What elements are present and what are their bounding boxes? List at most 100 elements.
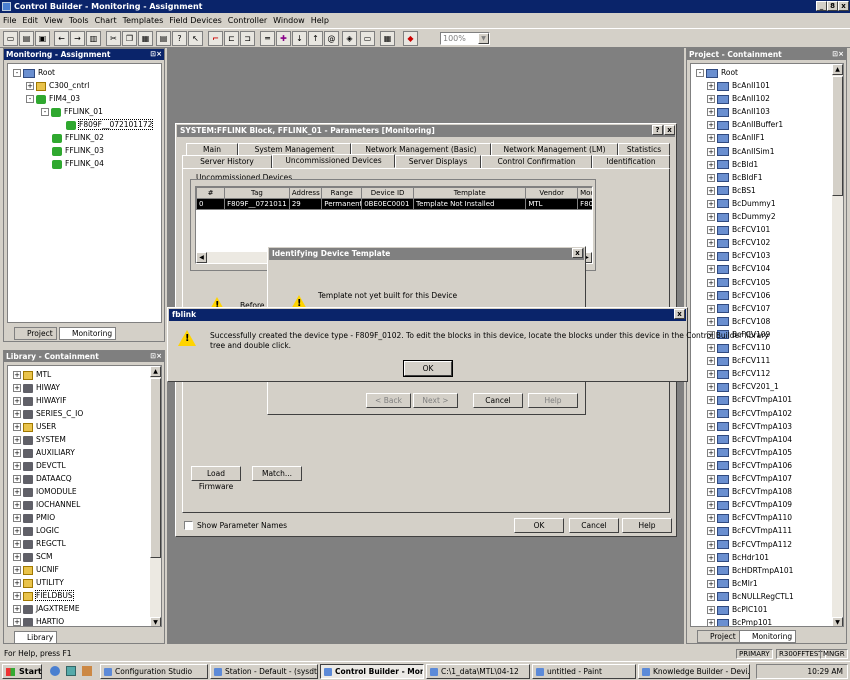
library-item[interactable]: + SYSTEM [13, 433, 66, 446]
start-button[interactable]: Start [2, 664, 42, 679]
monitor-icon[interactable]: ◈ [342, 31, 357, 46]
project-item[interactable]: + BcFCVTmpA102 [707, 407, 792, 420]
forward-icon[interactable]: → [70, 31, 85, 46]
project-item[interactable]: + BcFCVTmpA105 [707, 446, 792, 459]
print-icon[interactable]: ▤ [156, 31, 171, 46]
col-header[interactable]: Device ID [361, 187, 415, 199]
task-configuration-studio[interactable]: Configuration Studio [100, 664, 208, 679]
dialog-help-button[interactable]: ? [652, 125, 663, 135]
save-icon[interactable]: ▣ [35, 31, 50, 46]
project-item[interactable]: + BcFCV201_1 [707, 380, 779, 393]
project-item[interactable]: + BcDummy2 [707, 210, 776, 223]
menu-controller[interactable]: Controller [225, 14, 270, 27]
ie-icon[interactable] [50, 666, 60, 676]
project-item[interactable]: + BcFCV108 [707, 315, 770, 328]
tab-project[interactable]: Project [697, 630, 740, 643]
project-item[interactable]: + BcHDRTmpA101 [707, 564, 793, 577]
library-item[interactable]: + USER [13, 420, 56, 433]
back-button[interactable]: < Back [366, 393, 411, 408]
project-scrollbar[interactable]: ▲ ▼ [832, 64, 843, 626]
menu-window[interactable]: Window [270, 14, 308, 27]
library-item[interactable]: + HIWAYIF [13, 394, 67, 407]
project-item[interactable]: + BcAnII101 [707, 79, 770, 92]
project-item[interactable]: + BcFCVTmpA108 [707, 485, 792, 498]
library-item[interactable]: + DEVCTL [13, 459, 66, 472]
tab-uncommissioned-devices[interactable]: Uncommissioned Devices [272, 154, 395, 168]
task-control-builder[interactable]: Control Builder - Moni... [320, 664, 424, 679]
project-item[interactable]: + BcAnII103 [707, 105, 770, 118]
project-item[interactable]: + BcFCV106 [707, 289, 770, 302]
library-item[interactable]: + SERIES_C_IO [13, 407, 83, 420]
library-item[interactable]: + UTILITY [13, 576, 64, 589]
project-item[interactable]: + BcMlr1 [707, 577, 758, 590]
library-item[interactable]: + HIWAY [13, 381, 60, 394]
col-header[interactable]: Range [321, 187, 363, 199]
message-ok-button[interactable]: OK [403, 360, 453, 377]
project-item[interactable]: + BcAnIISim1 [707, 145, 775, 158]
library-item[interactable]: + HARTIO [13, 615, 64, 626]
context-help-icon[interactable]: ↖ [188, 31, 203, 46]
panel-close-icon[interactable]: ⊡× [832, 49, 844, 60]
project-item[interactable]: + BcAnII102 [707, 92, 770, 105]
tree-node-root[interactable]: - Root [696, 66, 738, 79]
quicklaunch-icon[interactable] [82, 666, 92, 676]
scroll-left-icon[interactable]: ◀ [196, 252, 207, 263]
help-button[interactable]: Help [622, 518, 672, 533]
library-item[interactable]: + SCM [13, 550, 52, 563]
tab-monitoring[interactable]: Monitoring [739, 630, 797, 643]
project-item[interactable]: + BcFCVTmpA111 [707, 524, 792, 537]
project-item[interactable]: + BcFCV102 [707, 236, 770, 249]
chart-icon[interactable]: ▭ [360, 31, 375, 46]
cancel-button[interactable]: Cancel [569, 518, 619, 533]
col-header[interactable]: # [196, 187, 226, 199]
book-icon[interactable]: ◆ [403, 31, 418, 46]
table-row[interactable]: 0 F809F__0721011 29 Permanent 0BE0EC0001… [196, 198, 592, 210]
scroll-thumb[interactable] [150, 378, 161, 558]
library-item[interactable]: + IOMODULE [13, 485, 77, 498]
scroll-up-icon[interactable]: ▲ [832, 64, 843, 75]
show-param-names-checkbox[interactable] [184, 521, 193, 530]
scroll-down-icon[interactable]: ▼ [832, 617, 843, 626]
project-item[interactable]: + BcFCV112 [707, 367, 770, 380]
tree-node-c300[interactable]: + C300_cntrl [26, 79, 89, 92]
align-left-icon[interactable]: ⊏ [224, 31, 239, 46]
library-item[interactable]: + AUXILIARY [13, 446, 75, 459]
tab-server-displays[interactable]: Server Displays [395, 155, 481, 169]
col-header[interactable]: Address [288, 187, 323, 199]
ok-button[interactable]: OK [514, 518, 564, 533]
library-item[interactable]: + UCNIF [13, 563, 59, 576]
tree-node-root[interactable]: - Root [13, 66, 55, 79]
task-paint[interactable]: untitled - Paint [532, 664, 636, 679]
tab-library[interactable]: Library [14, 631, 58, 644]
project-item[interactable]: + BcNULLRegCTL1 [707, 590, 794, 603]
library-item[interactable]: + PMIO [13, 511, 55, 524]
project-item[interactable]: + BcBIdF1 [707, 171, 762, 184]
panel-close-icon[interactable]: ⊡× [150, 351, 162, 362]
panel-close-icon[interactable]: ⊡× [150, 49, 162, 60]
move-up-icon[interactable]: ↑ [308, 31, 323, 46]
tree-node-fflink-01[interactable]: - FFLINK_01 [41, 105, 103, 118]
library-item[interactable]: + LOGIC [13, 524, 59, 537]
project-item[interactable]: + BcFCV105 [707, 276, 770, 289]
menu-chart[interactable]: Chart [92, 14, 120, 27]
library-item[interactable]: + DATAACQ [13, 472, 72, 485]
menu-tools[interactable]: Tools [66, 14, 92, 27]
project-item[interactable]: + BcDummy1 [707, 197, 776, 210]
tab-server-history[interactable]: Server History [182, 155, 272, 169]
col-header[interactable]: Vendor [525, 187, 579, 199]
project-item[interactable]: + BcBS1 [707, 184, 756, 197]
close-button[interactable]: x [838, 1, 849, 11]
project-item[interactable]: + BcFCVTmpA107 [707, 472, 792, 485]
at-icon[interactable]: @ [324, 31, 339, 46]
project-item[interactable]: + BcFCVTmpA101 [707, 393, 792, 406]
dialog-close-button[interactable]: x [664, 125, 675, 135]
move-down-icon[interactable]: ↓ [292, 31, 307, 46]
library-item[interactable]: + FIELDBUS [13, 589, 74, 602]
task-explorer[interactable]: C:\1_data\MTL\04-12 [426, 664, 530, 679]
library-item[interactable]: + IOCHANNEL [13, 498, 80, 511]
message-close-button[interactable]: x [674, 309, 685, 319]
new-icon[interactable]: ▭ [3, 31, 18, 46]
chevron-down-icon[interactable]: ▼ [478, 33, 489, 44]
menu-edit[interactable]: Edit [19, 14, 41, 27]
help-icon[interactable]: ? [172, 31, 187, 46]
